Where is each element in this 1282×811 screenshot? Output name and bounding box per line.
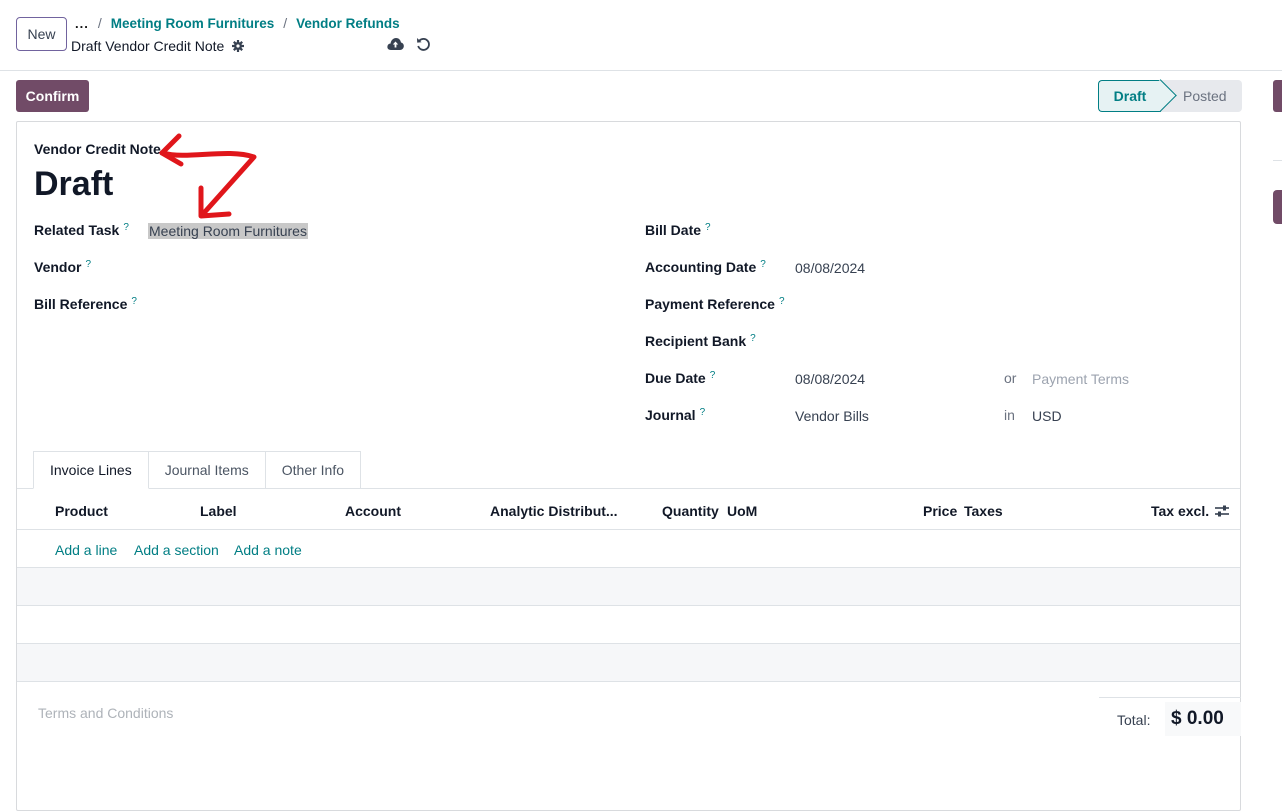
document-name: Draft	[34, 165, 114, 203]
bill-date-label: Bill Date?	[645, 222, 711, 238]
bill-date-field[interactable]	[795, 220, 995, 244]
optional-columns-icon[interactable]	[1214, 503, 1230, 519]
help-icon[interactable]: ?	[705, 222, 711, 233]
column-header-taxes[interactable]: Taxes	[964, 503, 1003, 519]
breadcrumb-separator: /	[283, 15, 288, 31]
vendor-label-text: Vendor	[34, 259, 82, 275]
total-label: Total:	[1117, 712, 1151, 728]
in-text: in	[1004, 407, 1015, 423]
help-icon[interactable]: ?	[750, 333, 756, 344]
payment-terms-field[interactable]: Payment Terms	[1032, 371, 1129, 387]
control-panel: New ... / Meeting Room Furnitures / Vend…	[0, 0, 1282, 71]
add-line-link[interactable]: Add a line	[55, 542, 117, 558]
terms-and-conditions-field[interactable]: Terms and Conditions	[38, 705, 173, 721]
totals-box: Total: $ 0.00	[1099, 697, 1241, 739]
chatter-divider	[1273, 160, 1282, 161]
help-icon[interactable]: ?	[123, 222, 129, 233]
recipient-bank-label-text: Recipient Bank	[645, 333, 747, 349]
breadcrumb-more-button[interactable]: ...	[75, 16, 89, 31]
tab-journal-items[interactable]: Journal Items	[148, 451, 266, 489]
cloud-upload-icon[interactable]	[387, 37, 404, 51]
help-icon[interactable]: ?	[710, 370, 716, 381]
tab-other-info[interactable]: Other Info	[265, 451, 362, 489]
annotation-arrow	[159, 133, 257, 219]
due-date-field[interactable]: 08/08/2024	[795, 371, 865, 387]
payment-reference-label: Payment Reference?	[645, 296, 785, 312]
total-amount: $ 0.00	[1171, 708, 1224, 729]
record-title-text: Draft Vendor Credit Note	[71, 38, 225, 54]
undo-icon[interactable]	[416, 37, 431, 52]
table-header-divider	[17, 529, 1240, 530]
breadcrumb-link-task[interactable]: Meeting Room Furnitures	[111, 16, 275, 31]
related-task-label-text: Related Task	[34, 222, 120, 238]
document-type: Vendor Credit Note	[34, 141, 161, 157]
column-header-product[interactable]: Product	[55, 503, 108, 519]
currency-field[interactable]: USD	[1032, 408, 1062, 424]
column-header-uom[interactable]: UoM	[727, 503, 757, 519]
due-date-label: Due Date?	[645, 370, 715, 386]
status-bar: Draft Posted	[1098, 80, 1242, 112]
new-button[interactable]: New	[16, 17, 67, 51]
notebook-tabs: Invoice Lines Journal Items Other Info	[33, 451, 362, 489]
table-row-divider	[17, 681, 1240, 682]
status-draft-label: Draft	[1113, 88, 1147, 104]
vendor-label: Vendor?	[34, 259, 91, 275]
chatter-avatar-fragment	[1273, 190, 1282, 224]
column-header-quantity[interactable]: Quantity	[662, 503, 719, 519]
bill-reference-field[interactable]	[148, 294, 608, 318]
table-row	[17, 568, 1240, 605]
vendor-field[interactable]	[148, 257, 608, 281]
journal-label-text: Journal	[645, 407, 696, 423]
journal-field[interactable]: Vendor Bills	[795, 408, 869, 424]
or-text: or	[1004, 370, 1017, 386]
bill-reference-label: Bill Reference?	[34, 296, 137, 312]
confirm-button[interactable]: Confirm	[16, 80, 89, 112]
form-sheet: Vendor Credit Note Draft Related Task? M…	[16, 121, 1241, 811]
related-task-field[interactable]: Meeting Room Furnitures	[148, 223, 308, 239]
accounting-date-label: Accounting Date?	[645, 259, 766, 275]
related-task-value: Meeting Room Furnitures	[148, 223, 308, 239]
table-row	[17, 644, 1240, 681]
due-date-label-text: Due Date	[645, 370, 706, 386]
payment-reference-field[interactable]	[795, 294, 1215, 318]
help-icon[interactable]: ?	[85, 259, 91, 270]
accounting-date-field[interactable]: 08/08/2024	[795, 260, 865, 276]
recipient-bank-label: Recipient Bank?	[645, 333, 756, 349]
column-header-tax-excl[interactable]: Tax excl.	[1151, 503, 1209, 519]
add-section-link[interactable]: Add a section	[134, 542, 219, 558]
breadcrumb: ... / Meeting Room Furnitures / Vendor R…	[75, 15, 400, 31]
gear-icon[interactable]	[232, 40, 245, 52]
table-row-divider	[17, 605, 1240, 606]
bill-date-label-text: Bill Date	[645, 222, 702, 238]
tab-invoice-lines[interactable]: Invoice Lines	[33, 451, 149, 489]
column-header-price[interactable]: Price	[923, 503, 957, 519]
record-title: Draft Vendor Credit Note	[71, 38, 245, 54]
column-header-account[interactable]: Account	[345, 503, 401, 519]
related-task-label: Related Task?	[34, 222, 129, 238]
chatter-button-fragment[interactable]	[1273, 80, 1282, 112]
payment-reference-label-text: Payment Reference	[645, 296, 775, 312]
column-header-analytic[interactable]: Analytic Distribut...	[490, 503, 618, 519]
help-icon[interactable]: ?	[700, 407, 706, 418]
bill-reference-label-text: Bill Reference	[34, 296, 128, 312]
help-icon[interactable]: ?	[131, 296, 137, 307]
accounting-date-label-text: Accounting Date	[645, 259, 757, 275]
status-draft[interactable]: Draft	[1098, 80, 1161, 112]
add-note-link[interactable]: Add a note	[234, 542, 302, 558]
breadcrumb-link-vendor-refunds[interactable]: Vendor Refunds	[296, 16, 400, 31]
breadcrumb-separator: /	[97, 15, 102, 31]
recipient-bank-field[interactable]	[795, 331, 1215, 355]
column-header-label[interactable]: Label	[200, 503, 237, 519]
journal-label: Journal?	[645, 407, 705, 423]
help-icon[interactable]: ?	[779, 296, 785, 307]
help-icon[interactable]: ?	[760, 259, 766, 270]
